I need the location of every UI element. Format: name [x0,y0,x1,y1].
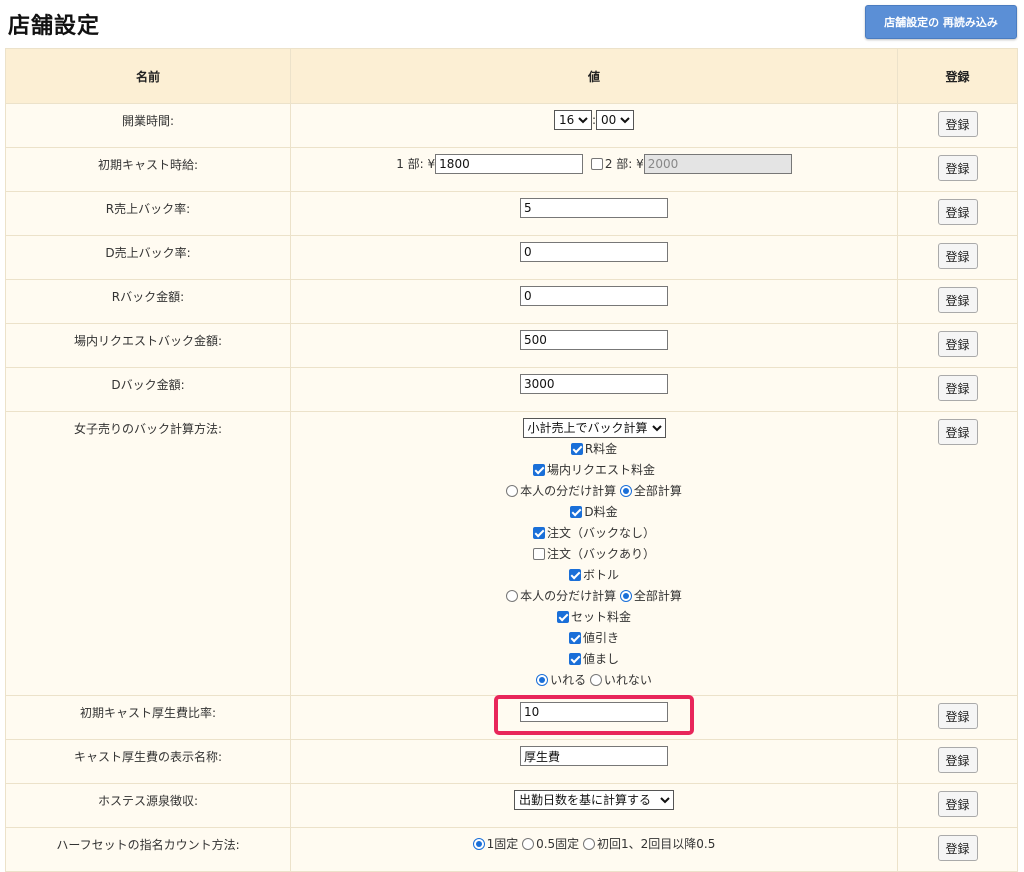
header-register: 登録 [897,48,1018,104]
welfare-ratio-input[interactable] [520,702,668,722]
part1-label: 1 部: ¥ [396,157,436,171]
exclude-label: いれない [603,673,652,687]
all-radio-a[interactable] [619,485,632,497]
register-button[interactable]: 登録 [937,111,978,137]
all-label-a: 全部計算 [633,484,682,498]
business-minute-select[interactable]: 00 [596,110,635,130]
table-header-row: 名前 値 登録 [5,48,1018,104]
table-row: 場内リクエストバック金額: 登録 [5,323,1018,368]
row-label-welfare-display-name: キャスト厚生費の表示名称: [5,739,291,784]
register-button[interactable]: 登録 [937,419,978,445]
part2-wage-input [643,154,792,174]
surcharge-checkbox[interactable] [568,653,581,665]
r-fee-checkbox[interactable] [570,443,583,455]
table-row: 初期キャスト時給: 1 部: ¥ 2 部: ¥ 登録 [5,147,1018,192]
settings-table: 名前 値 登録 開業時間: 16:00 登録 初期キャスト時給: 1 部: ¥ … [5,48,1018,872]
all-label-b: 全部計算 [633,589,682,603]
table-row: D売上バック率: 登録 [5,235,1018,280]
d-fee-checkbox[interactable] [570,506,583,518]
row-label-d-back-amount: Dバック金額: [5,367,291,412]
register-button[interactable]: 登録 [937,243,978,269]
discount-checkbox[interactable] [568,632,581,644]
exclude-radio[interactable] [589,674,602,686]
table-row: キャスト厚生費の表示名称: 登録 [5,739,1018,784]
row-label-d-sales-back-rate: D売上バック率: [5,235,291,280]
d-back-amount-input[interactable] [520,374,668,394]
house-request-fee-label: 場内リクエスト料金 [546,463,655,477]
self-only-radio-b[interactable] [506,590,519,602]
row-label-welfare-ratio: 初期キャスト厚生費比率: [5,695,291,740]
reload-settings-button[interactable]: 店舗設定の 再読み込み [865,5,1017,39]
table-row: 開業時間: 16:00 登録 [5,103,1018,148]
d-fee-label: D料金 [584,505,618,519]
half-set-opt2-label: 0.5固定 [536,837,580,851]
part2-label: 2 部: ¥ [604,157,644,171]
row-label-house-request-back-amount: 場内リクエストバック金額: [5,323,291,368]
set-fee-checkbox[interactable] [556,611,569,623]
back-method-select[interactable]: 小計売上でバック計算 [522,418,666,438]
register-button[interactable]: 登録 [937,199,978,225]
set-fee-label: セット料金 [570,610,631,624]
register-button[interactable]: 登録 [937,375,978,401]
r-back-amount-input[interactable] [520,286,668,306]
self-only-radio-a[interactable] [506,485,519,497]
order-with-back-label: 注文（バックあり） [546,547,655,561]
d-sales-back-rate-input[interactable] [520,242,668,262]
page-title: 店舗設定 [8,14,101,39]
discount-label: 値引き [582,631,619,645]
register-button[interactable]: 登録 [937,791,978,817]
welfare-display-name-input[interactable] [520,746,668,766]
row-label-initial-wage: 初期キャスト時給: [5,147,291,192]
all-radio-b[interactable] [619,590,632,602]
order-no-back-checkbox[interactable] [532,527,545,539]
row-label-r-sales-back-rate: R売上バック率: [5,191,291,236]
part2-checkbox[interactable] [590,158,603,170]
register-button[interactable]: 登録 [937,835,978,861]
house-request-fee-checkbox[interactable] [532,464,545,476]
half-set-opt2-radio[interactable] [522,838,535,850]
row-label-business-hours: 開業時間: [5,103,291,148]
r-fee-label: R料金 [584,442,618,456]
table-row: 女子売りのバック計算方法: 小計売上でバック計算 R料金 場内リクエスト料金 本… [5,411,1018,696]
register-button[interactable]: 登録 [937,747,978,773]
half-set-opt1-label: 1固定 [486,837,519,851]
part1-wage-input[interactable] [435,154,584,174]
self-only-label-b: 本人の分だけ計算 [520,589,617,603]
register-button[interactable]: 登録 [937,155,978,181]
self-only-label-a: 本人の分だけ計算 [520,484,617,498]
table-row: ハーフセットの指名カウント方法: 1固定 0.5固定 初回1、2回目以降0.5 … [5,827,1018,872]
table-row: R売上バック率: 登録 [5,191,1018,236]
table-row: ホステス源泉徴収: 出勤日数を基に計算する 登録 [5,783,1018,828]
register-button[interactable]: 登録 [937,287,978,313]
header-value: 値 [290,48,898,104]
table-row: 初期キャスト厚生費比率: 登録 [5,695,1018,740]
hostess-withholding-select[interactable]: 出勤日数を基に計算する [514,790,674,810]
bottle-checkbox[interactable] [568,569,581,581]
order-with-back-checkbox[interactable] [532,548,545,560]
include-label: いれる [550,673,587,687]
row-label-girl-sales-back-method: 女子売りのバック計算方法: [5,411,291,696]
order-no-back-label: 注文（バックなし） [546,526,655,540]
table-row: Rバック金額: 登録 [5,279,1018,324]
surcharge-label: 値まし [582,652,619,666]
register-button[interactable]: 登録 [937,331,978,357]
header-name: 名前 [5,48,291,104]
row-label-r-back-amount: Rバック金額: [5,279,291,324]
house-request-back-amount-input[interactable] [520,330,668,350]
row-label-half-set-nomination: ハーフセットの指名カウント方法: [5,827,291,872]
r-sales-back-rate-input[interactable] [520,198,668,218]
include-radio[interactable] [536,674,549,686]
table-row: Dバック金額: 登録 [5,367,1018,412]
half-set-opt3-label: 初回1、2回目以降0.5 [597,837,716,851]
register-button[interactable]: 登録 [937,703,978,729]
row-label-hostess-withholding: ホステス源泉徴収: [5,783,291,828]
business-hour-select[interactable]: 16 [553,110,592,130]
half-set-opt3-radio[interactable] [583,838,596,850]
half-set-opt1-radio[interactable] [472,838,485,850]
bottle-label: ボトル [582,568,619,582]
